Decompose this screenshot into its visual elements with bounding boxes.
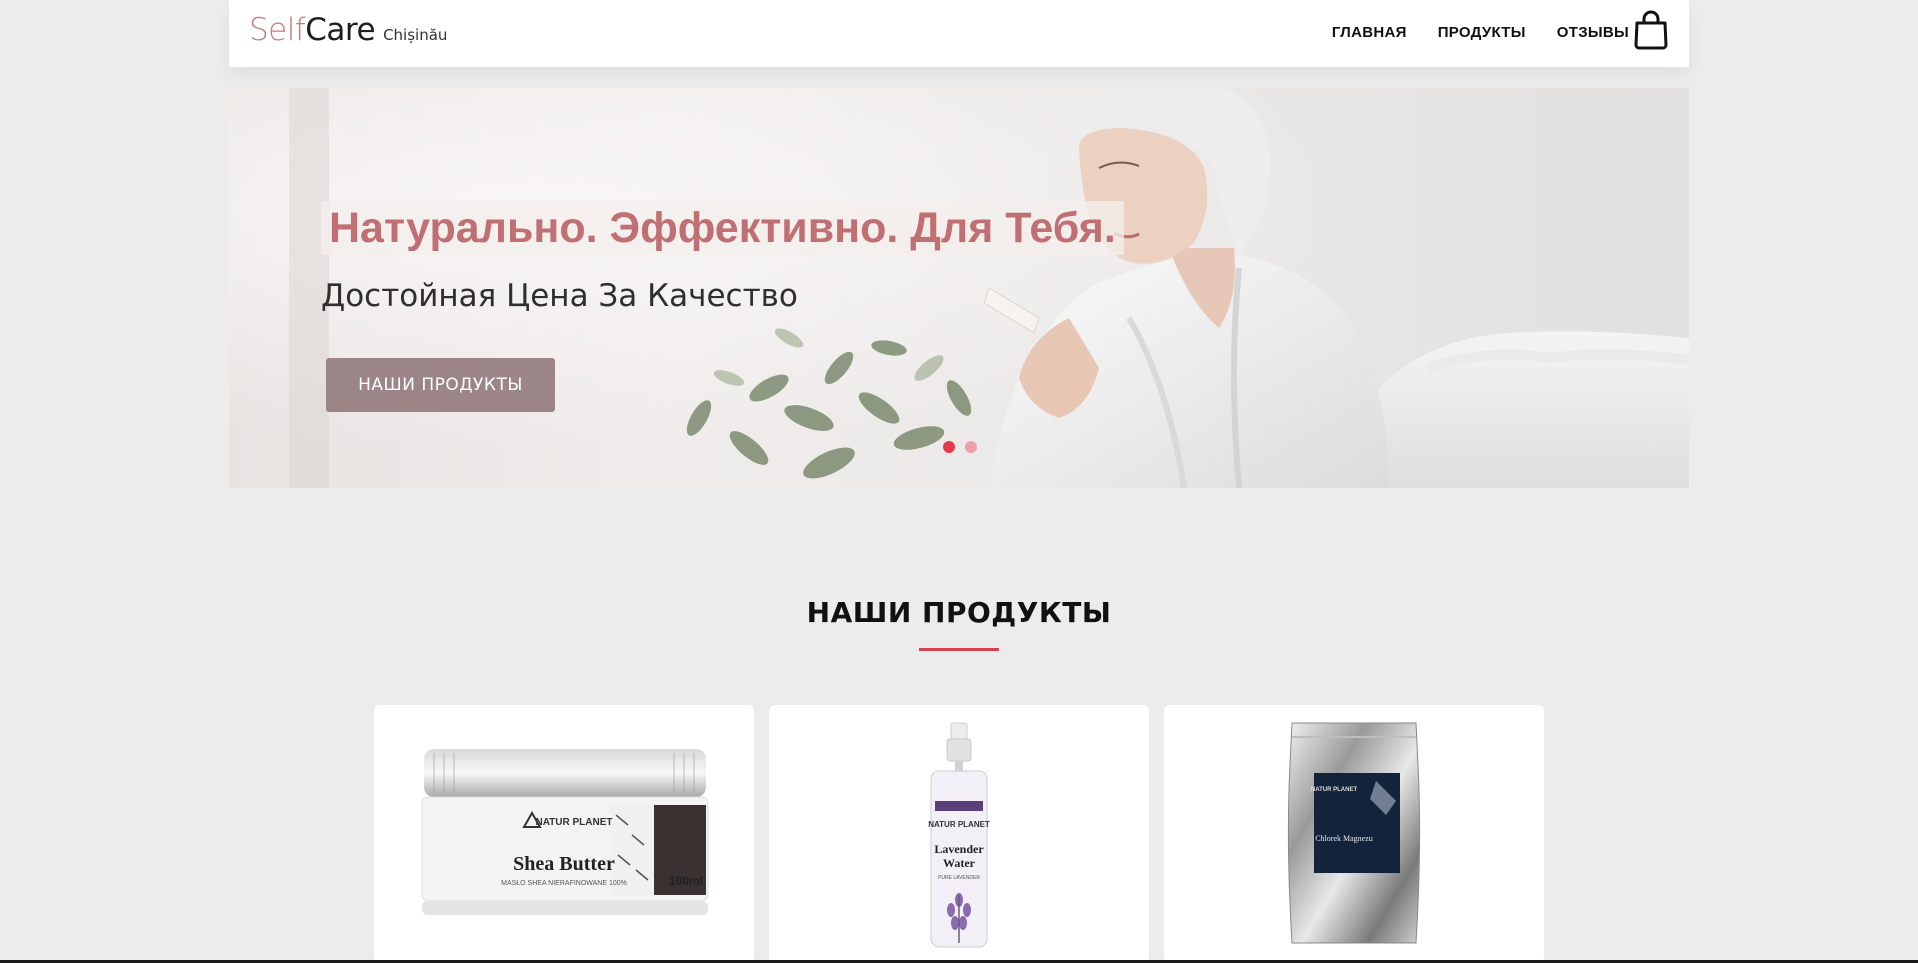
shea-subtitle-text: MASŁO SHEA NIERAFINOWANE 100% <box>501 880 627 887</box>
our-products-button[interactable]: НАШИ ПРОДУКТЫ <box>326 358 555 412</box>
product-card-magnesium[interactable]: NATUR PLANET Chlorek Magnezu <box>1164 705 1544 963</box>
shea-name-text: Shea Butter <box>513 853 615 875</box>
nav-reviews[interactable]: ОТЗЫВЫ <box>1557 24 1629 41</box>
shea-volume-text: 100ml <box>669 874 703 888</box>
logo-city-text: Chișinău <box>383 26 448 44</box>
hero-subtitle: Достойная Цена За Качество <box>321 278 798 314</box>
hero-title: Натурально. Эффективно. Для Тебя. <box>329 204 1116 252</box>
product-card-lavender-water[interactable]: NATUR PLANET Lavender Water PURE LAVENDE… <box>769 705 1149 963</box>
lavender-brand-text: NATUR PLANET <box>928 820 990 829</box>
site-header: Self Care Chișinău ГЛАВНАЯ ПРОДУКТЫ ОТЗЫ… <box>229 0 1689 67</box>
magnesium-name-text: Chlorek Magnezu <box>1315 834 1373 843</box>
logo-self-text: Self <box>249 12 306 48</box>
nav-products[interactable]: ПРОДУКТЫ <box>1438 24 1526 41</box>
products-section-title: НАШИ ПРОДУКТЫ <box>806 596 1112 629</box>
hero-title-box: Натурально. Эффективно. Для Тебя. <box>321 201 1124 255</box>
shopping-bag-icon[interactable] <box>1633 10 1669 50</box>
logo[interactable]: Self Care Chișinău <box>249 12 447 48</box>
nav-home[interactable]: ГЛАВНАЯ <box>1332 24 1407 41</box>
magnesium-brand-text: NATUR PLANET <box>1311 787 1358 793</box>
hero-banner: Натурально. Эффективно. Для Тебя. Достой… <box>229 88 1689 488</box>
shea-brand-text: NATUR PLANET <box>535 817 612 828</box>
section-underline <box>919 648 999 651</box>
product-card-shea-butter[interactable]: NATUR PLANET Shea Butter MASŁO SHEA NIER… <box>374 705 754 963</box>
logo-care-text: Care <box>305 12 376 48</box>
product-image-magnesium: NATUR PLANET Chlorek Magnezu <box>1287 722 1421 944</box>
product-image-shea-butter: NATUR PLANET Shea Butter MASŁO SHEA NIER… <box>421 749 709 915</box>
product-image-lavender-water: NATUR PLANET Lavender Water PURE LAVENDE… <box>928 722 990 948</box>
lavender-name-line1: Lavender <box>934 842 984 856</box>
lavender-subtitle-text: PURE LAVENDER <box>938 875 980 881</box>
lavender-name-line2: Water <box>943 856 976 870</box>
carousel-dots <box>943 441 977 453</box>
carousel-dot-1[interactable] <box>943 441 955 453</box>
carousel-dot-2[interactable] <box>965 441 977 453</box>
main-nav: ГЛАВНАЯ ПРОДУКТЫ ОТЗЫВЫ <box>1332 24 1629 41</box>
